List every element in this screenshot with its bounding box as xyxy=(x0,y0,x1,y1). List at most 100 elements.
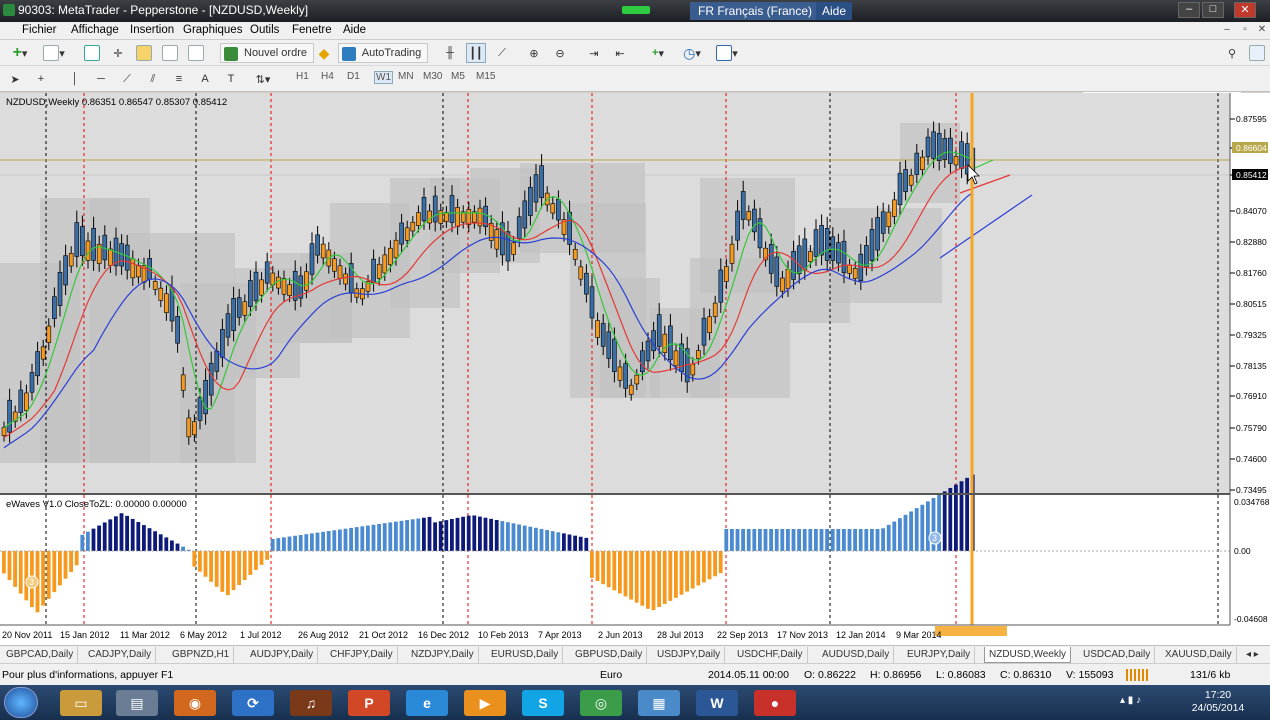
chart-tab[interactable]: GBPUSD,Daily xyxy=(571,647,648,663)
start-button[interactable] xyxy=(4,687,38,718)
help-button[interactable]: Aide xyxy=(816,2,853,20)
metaeditor-button[interactable]: ◆ xyxy=(314,43,334,63)
media-app-icon[interactable]: ♫ xyxy=(290,690,332,716)
chrome-icon[interactable]: ◎ xyxy=(580,690,622,716)
mdi-close-icon[interactable]: ✕ xyxy=(1255,24,1269,38)
firefox-icon[interactable]: ◉ xyxy=(174,690,216,716)
text-tool[interactable]: A xyxy=(196,69,214,89)
timeframe-h4[interactable]: H4 xyxy=(321,71,334,82)
market-watch-button[interactable] xyxy=(82,43,102,63)
tester-button[interactable] xyxy=(186,43,206,63)
chart-window[interactable]: 3 3 0.87595 0.86604 0.85412 0.84070 0.82880 0.8… xyxy=(0,93,1270,645)
periods-button[interactable]: ◷ ▾ xyxy=(678,43,706,63)
chart-tab[interactable]: EURJPY,Daily xyxy=(903,647,976,663)
profiles-button[interactable]: ▾ xyxy=(40,43,68,63)
menu-affichage[interactable]: Affichage xyxy=(71,24,119,36)
chart-tab[interactable]: AUDJPY,Daily xyxy=(246,647,319,663)
date-label: 15 Jan 2012 xyxy=(60,630,110,640)
fibonacci-tool[interactable]: ≡ xyxy=(170,69,188,89)
clock[interactable]: 17:20 24/05/2014 xyxy=(1188,689,1248,715)
trendline-tool[interactable]: ⟋ xyxy=(118,69,136,89)
minimize-button[interactable]: – xyxy=(1178,2,1200,18)
crosshair-icon: + xyxy=(37,73,45,85)
menu-fenetre[interactable]: Fenetre xyxy=(292,24,332,36)
bear-candle xyxy=(404,227,410,241)
histogram-bar xyxy=(814,529,818,551)
menu-outils[interactable]: Outils xyxy=(250,24,279,36)
metatrader-icon[interactable]: ▦ xyxy=(638,690,680,716)
menu-aide[interactable]: Aide xyxy=(343,24,366,36)
bear-candle xyxy=(785,268,791,290)
tab-scroll-arrows[interactable]: ◂ ▸ xyxy=(1242,647,1263,663)
histogram-bar xyxy=(472,515,477,551)
refresh-app-icon[interactable]: ⟳ xyxy=(232,690,274,716)
channel-tool[interactable]: ⫽ xyxy=(144,69,162,89)
chart-tab[interactable]: NZDUSD,Weekly xyxy=(984,647,1072,663)
cursor-tool[interactable]: ➤ xyxy=(6,69,24,89)
timeframe-h1[interactable]: H1 xyxy=(296,71,309,82)
chart-tab[interactable]: USDJPY,Daily xyxy=(653,647,726,663)
language-indicator[interactable]: FR Français (France) xyxy=(690,2,821,20)
menu-graphiques[interactable]: Graphiques xyxy=(183,24,242,36)
chart-tab[interactable]: CHFJPY,Daily xyxy=(326,647,398,663)
timeframe-m5[interactable]: M5 xyxy=(451,71,465,82)
chart-tab[interactable]: EURUSD,Daily xyxy=(487,647,564,663)
mdi-minimize-icon[interactable]: – xyxy=(1220,24,1234,38)
histogram-bar xyxy=(690,551,695,589)
powerpoint-icon[interactable]: P xyxy=(348,690,390,716)
chart-tab[interactable]: USDCAD,Daily xyxy=(1079,647,1156,663)
navigator-button[interactable] xyxy=(134,43,154,63)
chart-tab[interactable]: AUDUSD,Daily xyxy=(818,647,895,663)
new-chart-button[interactable]: + ▾ xyxy=(6,43,34,63)
chart-tab[interactable]: XAUUSD,Daily xyxy=(1161,647,1237,663)
recorder-icon[interactable]: ● xyxy=(754,690,796,716)
data-window-button[interactable]: ✛ xyxy=(108,43,128,63)
crosshair-tool[interactable]: + xyxy=(32,69,50,89)
candlestick-button[interactable]: ┃┃ xyxy=(466,43,486,63)
files-icon[interactable]: ▤ xyxy=(116,690,158,716)
ie-icon[interactable]: e xyxy=(406,690,448,716)
label-tool[interactable]: T xyxy=(222,69,240,89)
community-button[interactable] xyxy=(1248,43,1266,63)
skype-icon[interactable]: S xyxy=(522,690,564,716)
chart-shift-button[interactable]: ⇤ xyxy=(610,43,630,63)
new-order-button[interactable]: Nouvel ordre xyxy=(220,43,314,63)
zoom-out-button[interactable]: ⊖ xyxy=(550,43,570,63)
indicators-button[interactable]: + ▾ xyxy=(644,43,672,63)
timeframe-m30[interactable]: M30 xyxy=(423,71,442,82)
explorer-icon[interactable]: ▭ xyxy=(60,690,102,716)
chart-tab[interactable]: USDCHF,Daily xyxy=(733,647,808,663)
autotrading-button[interactable]: AutoTrading xyxy=(338,43,428,63)
timeframe-m15[interactable]: M15 xyxy=(476,71,495,82)
price-chart[interactable]: 3 3 0.87595 0.86604 0.85412 0.84070 0.82880 0.8… xyxy=(0,93,1270,645)
menu-insertion[interactable]: Insertion xyxy=(130,24,174,36)
bull-candle xyxy=(18,389,24,413)
system-tray[interactable]: ▴ ▮ ♪ xyxy=(1120,695,1180,709)
vertical-line-tool[interactable]: │ xyxy=(66,69,84,89)
chart-tab[interactable]: NZDJPY,Daily xyxy=(407,647,479,663)
search-icon[interactable]: ⚲ xyxy=(1224,43,1240,63)
terminal-button[interactable] xyxy=(160,43,180,63)
line-chart-button[interactable]: ⟋ xyxy=(492,43,512,63)
maximize-button[interactable]: □ xyxy=(1202,2,1224,18)
chart-tab[interactable]: GBPCAD,Daily xyxy=(2,647,79,663)
chart-tab[interactable]: GBPNZD,H1 xyxy=(168,647,235,663)
zoom-in-button[interactable]: ⊕ xyxy=(524,43,544,63)
histogram-bar xyxy=(914,508,919,551)
menu-fichier[interactable]: Fichier xyxy=(22,24,57,36)
bull-candle xyxy=(52,296,57,319)
arrows-tool[interactable]: ⇅▾ xyxy=(250,69,276,89)
date-label: 22 Sep 2013 xyxy=(717,630,768,640)
mdi-restore-icon[interactable]: ▫ xyxy=(1238,24,1252,38)
chart-tab[interactable]: CADJPY,Daily xyxy=(84,647,157,663)
timeframe-d1[interactable]: D1 xyxy=(347,71,360,82)
word-icon[interactable]: W xyxy=(696,690,738,716)
timeframe-w1[interactable]: W1 xyxy=(374,71,393,84)
horizontal-line-tool[interactable]: ─ xyxy=(92,69,110,89)
player-icon[interactable]: ▶ xyxy=(464,690,506,716)
close-button[interactable]: ✕ xyxy=(1234,2,1256,18)
timeframe-mn[interactable]: MN xyxy=(398,71,414,82)
templates-button[interactable]: ▾ xyxy=(712,43,742,63)
bar-chart-button[interactable]: ╫ xyxy=(440,43,460,63)
autoscroll-button[interactable]: ⇥ xyxy=(584,43,604,63)
